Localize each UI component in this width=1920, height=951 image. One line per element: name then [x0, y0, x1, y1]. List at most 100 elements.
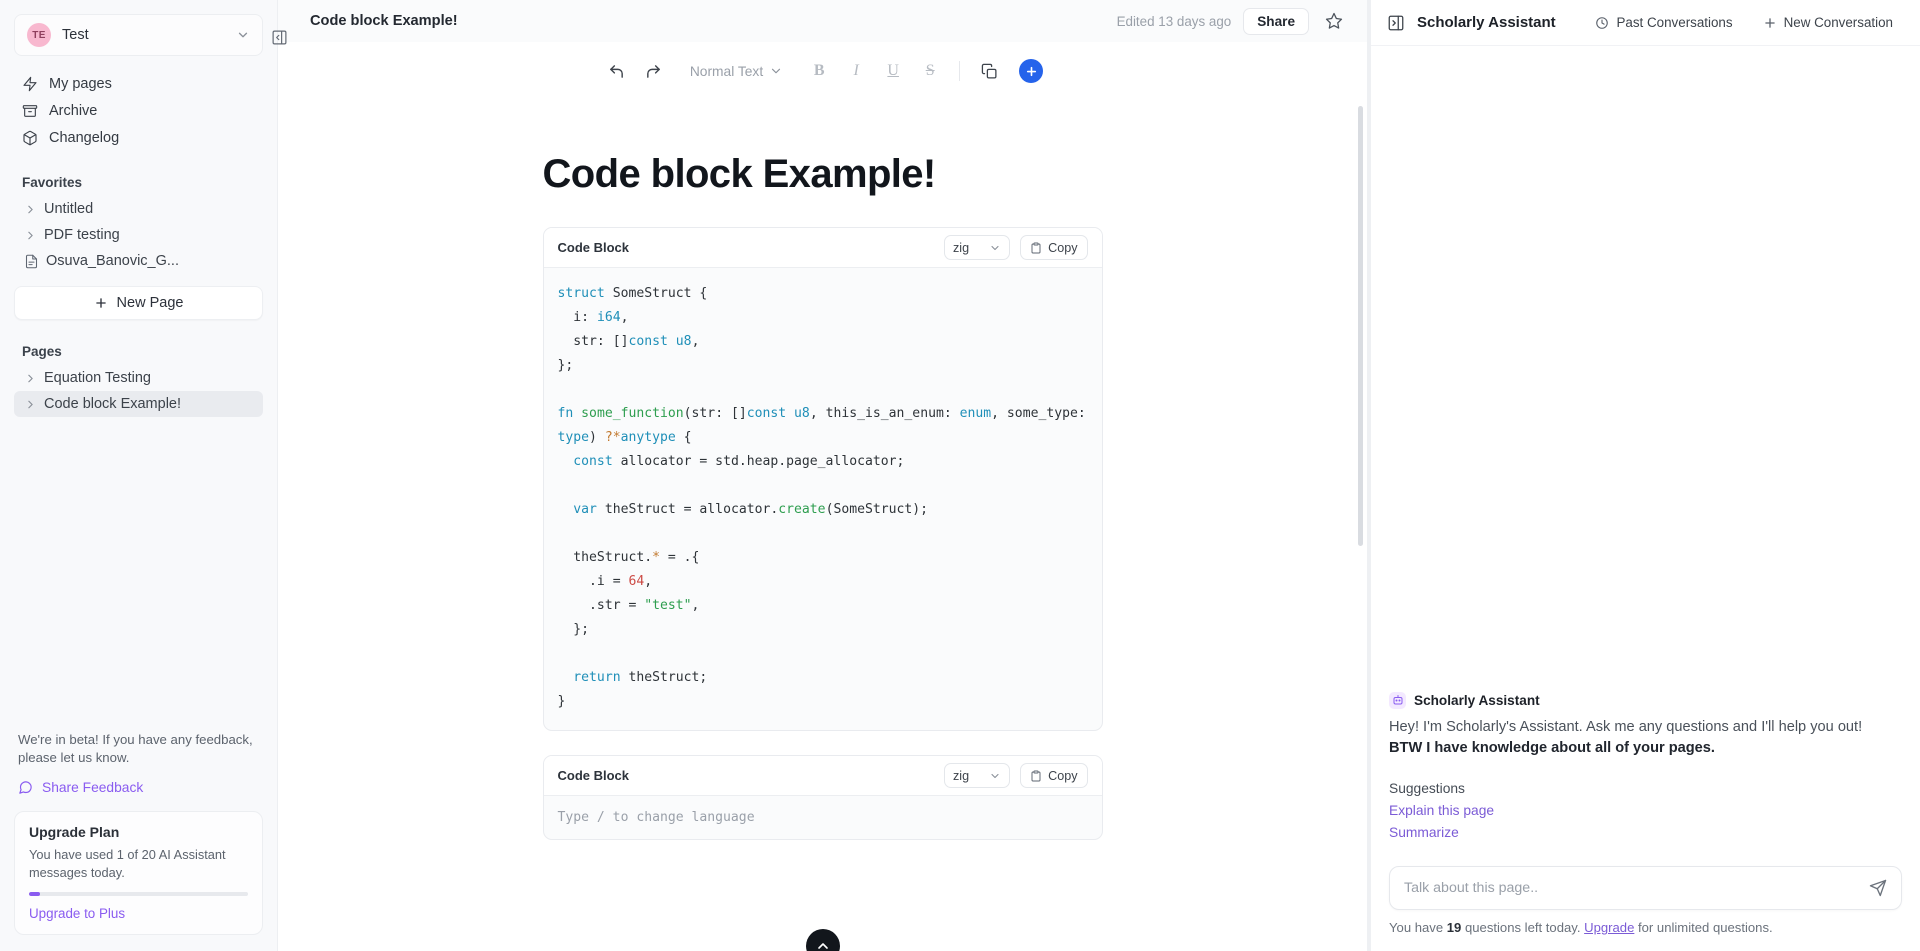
upgrade-title: Upgrade Plan: [29, 824, 120, 841]
assistant-input[interactable]: [1404, 880, 1859, 896]
redo-icon: [647, 64, 661, 78]
assistant-conversation: Scholarly Assistant Hey! I'm Scholarly's…: [1371, 46, 1920, 844]
new-page-label: New Page: [116, 295, 184, 311]
panel-collapse-icon: [272, 30, 286, 44]
page-title: Code block Example!: [310, 13, 458, 29]
assistant-title: Scholarly Assistant: [1417, 14, 1556, 31]
workspace-name: Test: [62, 27, 89, 43]
plus-icon: [1764, 17, 1775, 28]
assistant-header: Scholarly Assistant Past Conversations N…: [1371, 0, 1920, 46]
past-conversations-button[interactable]: Past Conversations: [1586, 10, 1741, 35]
workspace-switcher[interactable]: TE Test: [14, 14, 263, 56]
code-block-2: Code Block zig Copy Type / to change lan…: [542, 755, 1103, 840]
main-editor: Code block Example! Edited 13 days ago S…: [277, 0, 1367, 951]
clipboard-icon: [1031, 770, 1041, 781]
formatting-toolbar: Normal Text B I U S: [278, 42, 1367, 100]
sidebar: TE Test My pages Archive Changelog Favor…: [0, 0, 286, 951]
quota-mid: questions left today.: [1461, 920, 1585, 935]
copy-code-button[interactable]: Copy: [1020, 763, 1088, 788]
code-block-title: Code Block: [557, 768, 630, 783]
italic-button[interactable]: I: [841, 56, 871, 86]
page-heading: Code block Example!: [542, 152, 937, 196]
language-value: zig: [952, 240, 970, 255]
new-page-button[interactable]: New Page: [14, 286, 263, 320]
assistant-message: Scholarly Assistant Hey! I'm Scholarly's…: [1389, 691, 1902, 844]
underline-label: U: [887, 62, 899, 79]
code-placeholder[interactable]: Type / to change language: [544, 796, 1102, 839]
beta-note: We're in beta! If you have any feedback,…: [18, 731, 253, 765]
app-root: TE Test My pages Archive Changelog Favor…: [0, 0, 1920, 951]
sidebar-item-changelog[interactable]: Changelog: [14, 124, 263, 151]
assistant-panel: Scholarly Assistant Past Conversations N…: [1367, 0, 1920, 951]
copy-label: Copy: [1048, 768, 1078, 783]
collapse-sidebar-button[interactable]: [268, 26, 290, 48]
share-feedback-button[interactable]: Share Feedback: [0, 780, 277, 795]
editor-scrollbar[interactable]: [1358, 106, 1363, 546]
page-column: Code block Example! Code Block zig Copy: [542, 152, 1103, 840]
toolbar-divider: [959, 61, 961, 81]
undo-button[interactable]: [602, 56, 632, 86]
page-item-equation-testing[interactable]: Equation Testing: [14, 365, 263, 391]
text-style-dropdown[interactable]: Normal Text: [682, 60, 791, 83]
upgrade-subtitle: You have used 1 of 20 AI Assistant messa…: [29, 847, 226, 880]
star-icon: [1325, 12, 1343, 29]
sidebar-item-my-pages[interactable]: My pages: [14, 70, 263, 97]
robot-icon: [1389, 691, 1406, 709]
clock-icon: [1596, 16, 1609, 29]
workspace-avatar: TE: [27, 23, 51, 47]
new-conversation-button[interactable]: New Conversation: [1754, 10, 1902, 35]
suggestion-explain-this-page[interactable]: Explain this page: [1389, 800, 1902, 822]
assistant-message-sender: Scholarly Assistant: [1414, 692, 1540, 708]
copy-block-button[interactable]: [974, 56, 1004, 86]
strikethrough-label: S: [925, 62, 935, 79]
text-style-label: Normal Text: [689, 63, 764, 79]
chevron-down-icon: [991, 245, 999, 250]
suggestion-summarize[interactable]: Summarize: [1389, 822, 1902, 844]
pages-tree: Equation Testing Code block Example!: [0, 365, 277, 417]
favorite-item-pdf-testing[interactable]: PDF testing: [14, 222, 263, 248]
page-item-code-block-example[interactable]: Code block Example!: [14, 391, 263, 417]
upgrade-to-plus-link[interactable]: Upgrade to Plus: [29, 906, 248, 921]
send-icon[interactable]: [1869, 879, 1887, 897]
panel-expand-icon[interactable]: [1387, 14, 1405, 32]
assistant-message-line-1: Hey! I'm Scholarly's Assistant. Ask me a…: [1389, 718, 1863, 735]
code-block-header: Code Block zig Copy: [543, 756, 1102, 796]
bold-button[interactable]: B: [804, 56, 834, 86]
page-item-label: Code block Example!: [44, 396, 182, 412]
chevron-right-icon: [28, 231, 33, 239]
favorite-item-document[interactable]: Osuva_Banovic_G...: [14, 248, 263, 274]
underline-button[interactable]: U: [878, 56, 908, 86]
sidebar-item-archive[interactable]: Archive: [14, 97, 263, 124]
new-conversation-label: New Conversation: [1783, 15, 1893, 30]
redo-button[interactable]: [639, 56, 669, 86]
language-select[interactable]: zig: [943, 763, 1011, 788]
language-select[interactable]: zig: [943, 235, 1011, 260]
quota-upgrade-link[interactable]: Upgrade: [1584, 920, 1634, 935]
strikethrough-button[interactable]: S: [915, 56, 945, 86]
favorite-item-label: Untitled: [44, 201, 94, 217]
copy-code-button[interactable]: Copy: [1020, 235, 1088, 260]
ai-usage-progress-fill: [29, 892, 40, 896]
pages-heading: Pages: [22, 344, 62, 359]
code-block-1: Code Block zig Copy struct SomeStruct { …: [542, 227, 1103, 731]
chevron-down-icon: [238, 32, 248, 38]
favorite-item-label: PDF testing: [44, 227, 120, 243]
quota-count: 19: [1446, 920, 1462, 935]
code-content[interactable]: struct SomeStruct { i: i64, str: []const…: [544, 268, 1102, 730]
code-block-header: Code Block zig Copy: [543, 228, 1102, 268]
scroll-to-top-button[interactable]: [805, 929, 840, 951]
sidebar-nav: My pages Archive Changelog: [0, 70, 277, 151]
assistant-quota-footer: You have 19 questions left today. Upgrad…: [1371, 920, 1920, 951]
favorite-item-untitled[interactable]: Untitled: [14, 196, 263, 222]
favorites-heading: Favorites: [22, 175, 83, 190]
page-item-label: Equation Testing: [44, 370, 151, 386]
add-block-button[interactable]: [1019, 59, 1044, 83]
ai-usage-progress: [29, 892, 248, 896]
box-icon: [23, 130, 37, 145]
sidebar-item-label: My pages: [49, 75, 112, 92]
favorite-star-button[interactable]: [1321, 8, 1347, 34]
assistant-input-row[interactable]: [1389, 866, 1902, 910]
share-button[interactable]: Share: [1243, 7, 1309, 35]
chat-bubble-icon: [19, 781, 32, 795]
